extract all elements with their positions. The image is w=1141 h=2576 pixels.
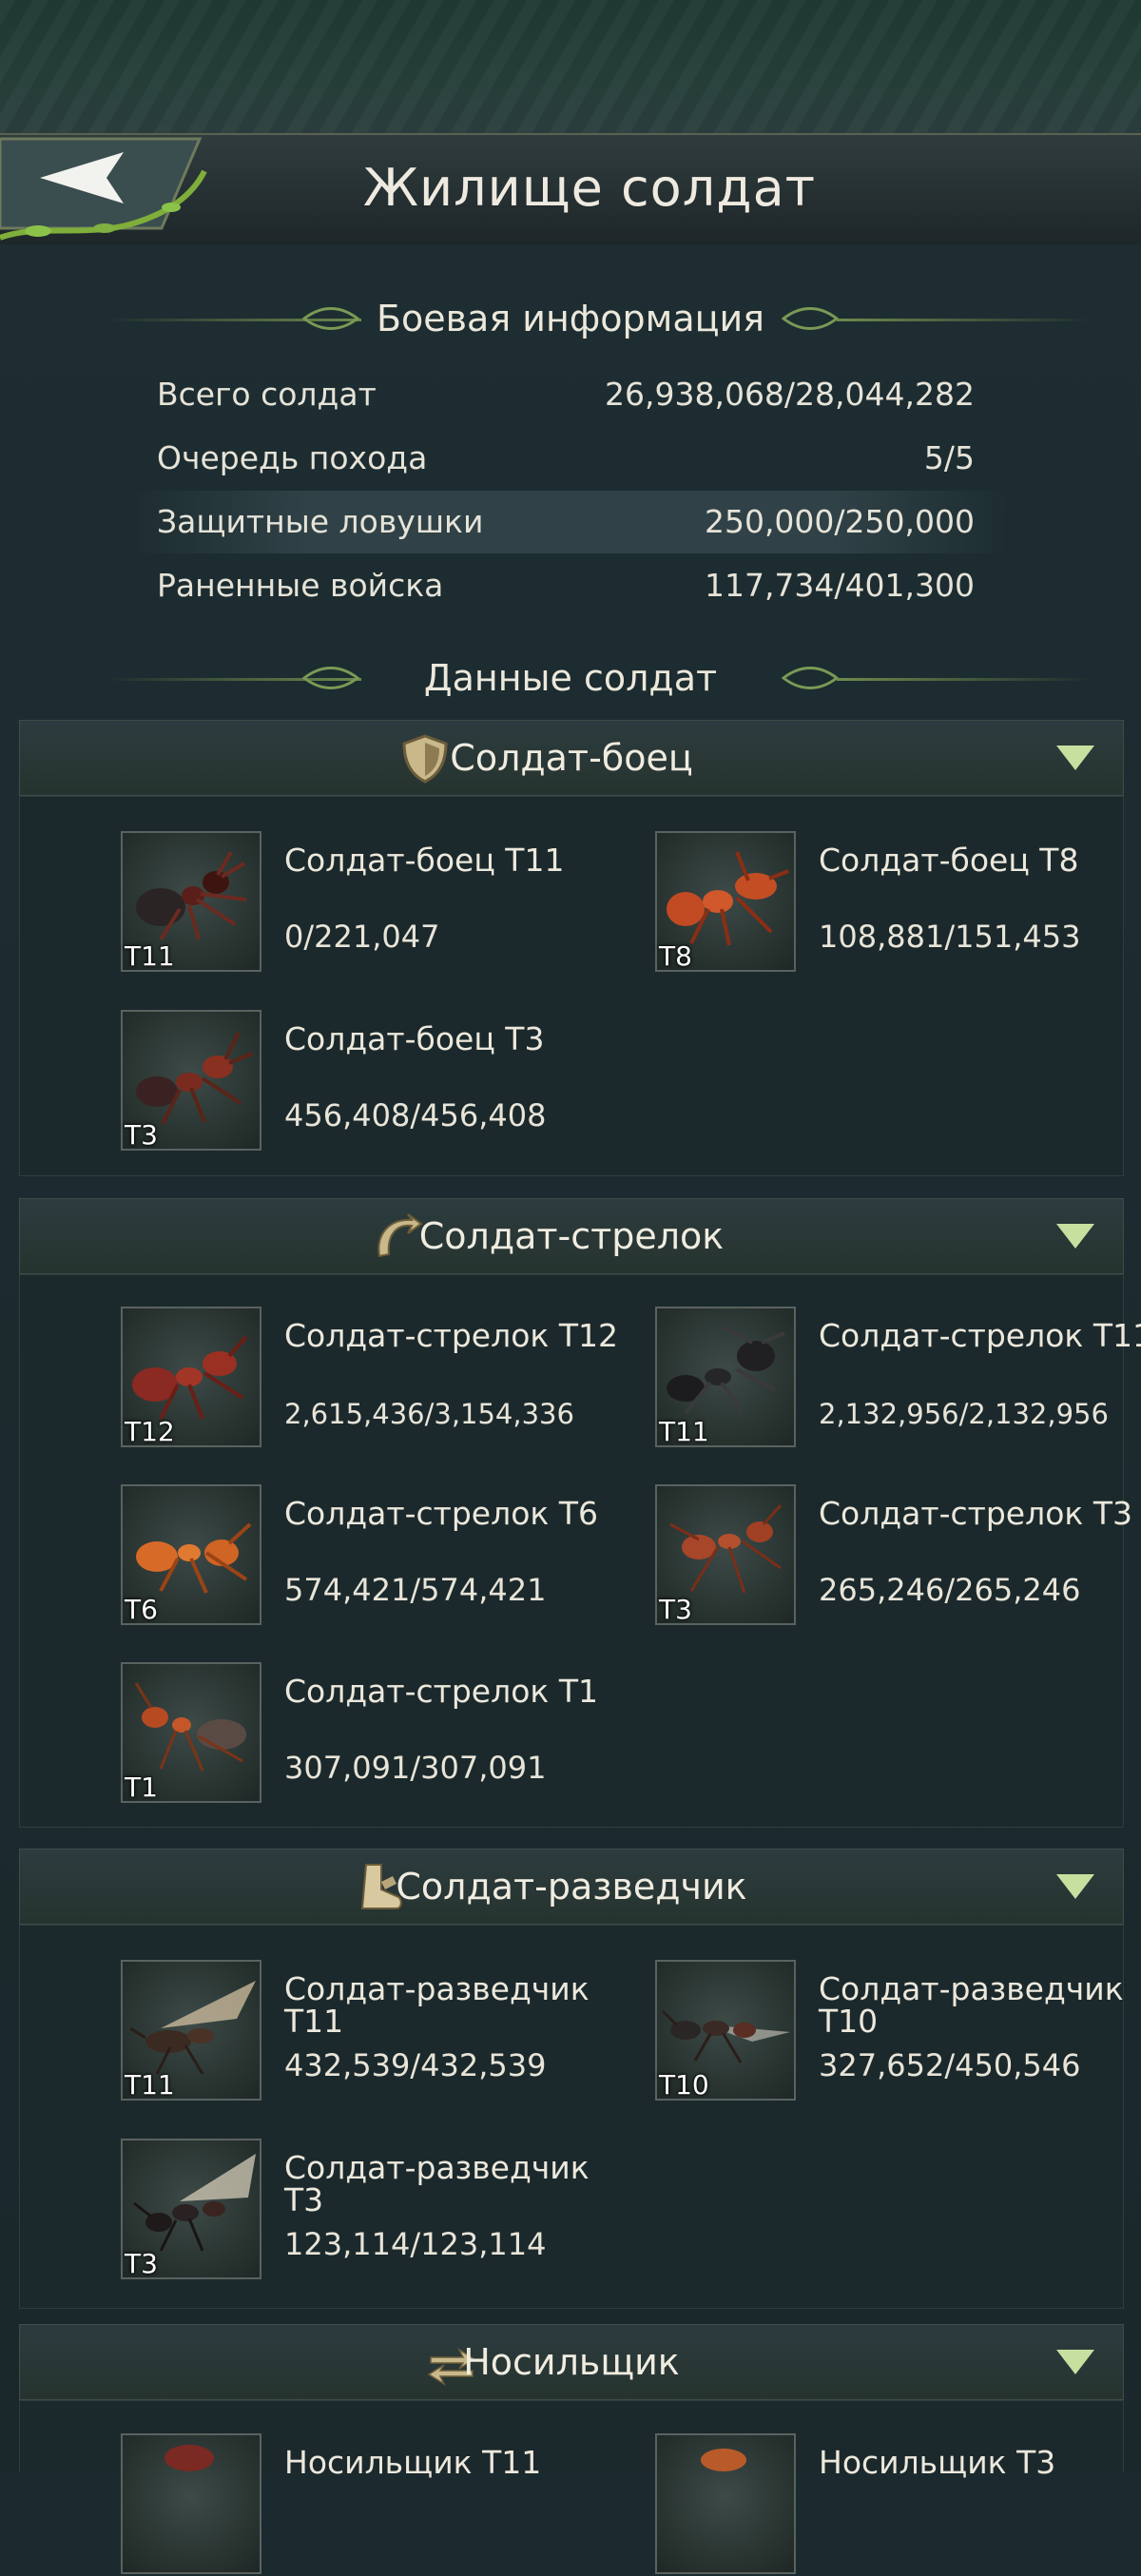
chevron-down-icon[interactable] xyxy=(1056,2350,1094,2374)
tier-badge: T11 xyxy=(125,2069,175,2101)
category-body-archer: T12 Солдат-стрелок T12 2,615,436/3,154,3… xyxy=(19,1274,1141,1828)
ant-portrait xyxy=(655,2433,796,2574)
leaf-ornament-icon xyxy=(302,667,359,689)
unit-card[interactable]: T6 Солдат-стрелок T6 574,421/574,421 xyxy=(121,1484,615,1627)
unit-card[interactable]: T3 Солдат-стрелок T3 265,246/265,246 xyxy=(655,1484,1141,1627)
unit-name: Солдат-боец T3 xyxy=(284,1020,545,1057)
unit-count: 327,652/450,546 xyxy=(819,2047,1081,2083)
arrow-left-icon xyxy=(0,137,207,241)
stat-value: 250,000/250,000 xyxy=(704,503,975,540)
category-body-fighter: T11 Солдат-боец T11 0/221,047 T8 Солдат-… xyxy=(19,796,1124,1176)
stat-label: Очередь похода xyxy=(157,439,428,476)
tier-badge: T3 xyxy=(125,1119,158,1151)
category-name: Солдат-боец xyxy=(450,737,693,779)
unit-count: 574,421/574,421 xyxy=(284,1572,547,1608)
battle-info-heading: Боевая информация xyxy=(0,290,1141,347)
unit-name: Солдат-стрелок T12 xyxy=(284,1317,618,1354)
category-header-scout[interactable]: Солдат-разведчик xyxy=(19,1849,1124,1925)
divider-right xyxy=(837,319,1093,321)
tier-badge: T3 xyxy=(659,1594,692,1625)
leaf-ornament-icon xyxy=(302,307,359,330)
unit-count: 307,091/307,091 xyxy=(284,1750,547,1786)
unit-name: Солдат-боец T11 xyxy=(284,842,565,879)
category-name: Носильщик xyxy=(463,2341,680,2383)
tier-badge: T6 xyxy=(125,1594,158,1625)
unit-card[interactable]: T11 Солдат-разведчик T11 432,539/432,539 xyxy=(121,1960,615,2102)
ant-icon xyxy=(164,2445,214,2471)
unit-count: 2,132,956/2,132,956 xyxy=(819,1398,1109,1430)
unit-name: Солдат-стрелок T1 xyxy=(284,1673,598,1710)
unit-count: 2,615,436/3,154,336 xyxy=(284,1398,574,1430)
unit-card[interactable]: Носильщик T3 xyxy=(655,2433,1141,2576)
stat-value: 5/5 xyxy=(923,439,975,476)
tier-badge: T11 xyxy=(659,1416,709,1447)
stat-value: 26,938,068/28,044,282 xyxy=(604,376,975,413)
unit-card[interactable]: T10 Солдат-разведчик T10 327,652/450,546 xyxy=(655,1960,1141,2102)
category-header-fighter[interactable]: Солдат-боец xyxy=(19,720,1124,796)
page-title: Жилище солдат xyxy=(362,158,817,218)
chevron-down-icon[interactable] xyxy=(1056,1874,1094,1899)
stat-value: 117,734/401,300 xyxy=(704,567,975,604)
stat-row-total-soldiers: Всего солдат 26,938,068/28,044,282 xyxy=(133,363,1008,426)
category-body-scout: T11 Солдат-разведчик T11 432,539/432,539… xyxy=(19,1925,1124,2309)
category-name: Солдат-разведчик xyxy=(396,1866,747,1908)
unit-name: Солдат-стрелок T11 xyxy=(819,1317,1141,1354)
category-header-carrier[interactable]: Носильщик xyxy=(19,2324,1124,2400)
unit-card[interactable]: T3 Солдат-разведчик T3 123,114/123,114 xyxy=(121,2139,615,2281)
stat-row-march-queue: Очередь похода 5/5 xyxy=(133,427,1008,490)
stat-row-defense-traps: Защитные ловушки 250,000/250,000 xyxy=(133,491,1008,553)
ant-portrait xyxy=(121,2433,261,2574)
unit-card[interactable]: T12 Солдат-стрелок T12 2,615,436/3,154,3… xyxy=(121,1307,618,1449)
chevron-down-icon[interactable] xyxy=(1056,1224,1094,1249)
unit-name: Солдат-стрелок T6 xyxy=(284,1495,598,1532)
category-name: Солдат-стрелок xyxy=(418,1215,725,1257)
unit-name: Носильщик T3 xyxy=(819,2444,1056,2481)
unit-name: Солдат-разведчик T10 xyxy=(819,1970,1124,2040)
unit-count: 456,408/456,408 xyxy=(284,1097,547,1133)
tier-badge: T8 xyxy=(659,940,692,972)
unit-count: 265,246/265,246 xyxy=(819,1572,1081,1608)
ant-icon xyxy=(701,2449,746,2471)
tier-badge: T12 xyxy=(125,1416,175,1447)
unit-name: Солдат-разведчик T11 xyxy=(284,1970,590,2040)
divider-right xyxy=(837,678,1093,681)
unit-count: 432,539/432,539 xyxy=(284,2047,547,2083)
unit-card[interactable]: Носильщик T11 xyxy=(121,2433,615,2576)
unit-card[interactable]: T8 Солдат-боец T8 108,881/151,453 xyxy=(655,831,1141,974)
soldier-data-title: Данные солдат xyxy=(423,657,718,699)
stat-label: Всего солдат xyxy=(157,376,377,413)
unit-count: 123,114/123,114 xyxy=(284,2226,547,2262)
back-button[interactable] xyxy=(0,133,219,247)
stat-label: Защитные ловушки xyxy=(157,503,484,540)
unit-name: Солдат-стрелок T3 xyxy=(819,1495,1132,1532)
stat-label: Раненные войска xyxy=(157,567,444,604)
unit-count: 108,881/151,453 xyxy=(819,919,1081,955)
tier-badge: T1 xyxy=(125,1772,158,1803)
unit-name: Солдат-разведчик T3 xyxy=(284,2149,590,2218)
unit-name: Солдат-боец T8 xyxy=(819,842,1079,879)
unit-name: Носильщик T11 xyxy=(284,2444,542,2481)
category-body-carrier: Носильщик T11 Носильщик T3 xyxy=(19,2400,1124,2574)
unit-card[interactable]: T11 Солдат-стрелок T11 2,132,956/2,132,9… xyxy=(655,1307,1141,1449)
tier-badge: T11 xyxy=(125,940,175,972)
unit-card[interactable]: T3 Солдат-боец T3 456,408/456,408 xyxy=(121,1010,615,1152)
tier-badge: T3 xyxy=(125,2248,158,2279)
unit-card[interactable]: T1 Солдат-стрелок T1 307,091/307,091 xyxy=(121,1662,615,1805)
unit-count: 0/221,047 xyxy=(284,919,440,955)
soldier-data-heading: Данные солдат xyxy=(0,649,1141,707)
category-header-archer[interactable]: Солдат-стрелок xyxy=(19,1198,1124,1274)
battle-info-title: Боевая информация xyxy=(376,298,765,339)
leaf-ornament-icon xyxy=(782,667,839,689)
leaf-ornament-icon xyxy=(782,307,839,330)
top-background xyxy=(0,0,1141,133)
unit-card[interactable]: T11 Солдат-боец T11 0/221,047 xyxy=(121,831,615,974)
tier-badge: T10 xyxy=(659,2069,709,2101)
chevron-down-icon[interactable] xyxy=(1056,746,1094,770)
stat-row-wounded-troops: Раненные войска 117,734/401,300 xyxy=(133,554,1008,617)
